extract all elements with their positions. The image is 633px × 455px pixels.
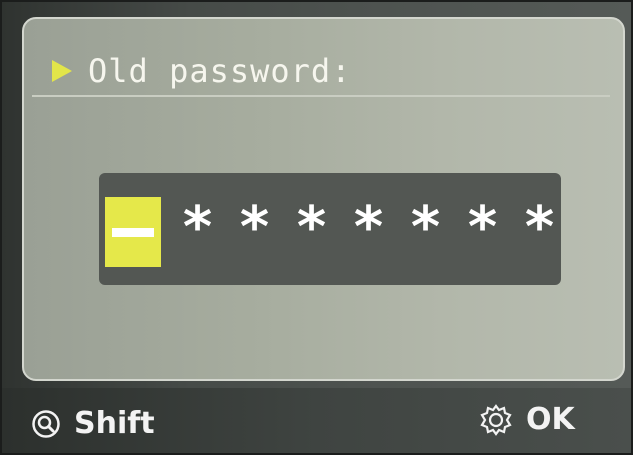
device-screen: Old password: * * * * * * * Shift OK xyxy=(2,2,631,453)
gear-icon xyxy=(480,403,512,436)
mask-char: * xyxy=(296,195,327,260)
dialog-header: Old password: xyxy=(52,51,351,91)
play-arrow-icon xyxy=(52,60,72,82)
search-icon xyxy=(32,409,60,438)
mask-char: * xyxy=(467,195,498,260)
mask-char: * xyxy=(239,195,270,260)
mask-char: * xyxy=(524,195,555,260)
shift-label: Shift xyxy=(74,406,155,441)
cursor-cell[interactable] xyxy=(105,197,161,267)
mask-char: * xyxy=(182,195,213,260)
mask-char: * xyxy=(410,195,441,260)
password-field[interactable]: * * * * * * * xyxy=(99,173,561,285)
softkey-bar: Shift OK xyxy=(2,388,631,453)
ok-button[interactable]: OK xyxy=(480,402,575,437)
header-divider xyxy=(32,95,610,97)
cursor-dash xyxy=(112,228,154,237)
password-mask: * * * * * * * xyxy=(169,193,568,263)
password-dialog: Old password: * * * * * * * xyxy=(22,17,625,381)
shift-button[interactable]: Shift xyxy=(32,406,155,441)
ok-label: OK xyxy=(526,402,575,437)
mask-char: * xyxy=(353,195,384,260)
page-title: Old password: xyxy=(88,52,352,90)
